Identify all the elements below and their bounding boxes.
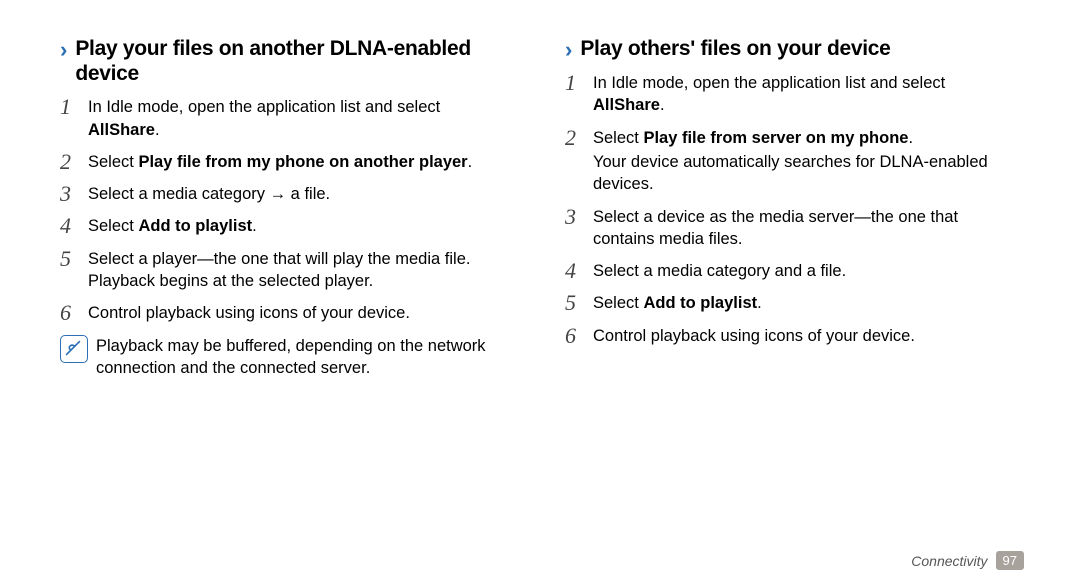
step-number: 4 xyxy=(60,215,88,237)
note-info-icon xyxy=(60,335,88,363)
step-item: 4 Select a media category and a file. xyxy=(565,260,1020,282)
step-item: 1 In Idle mode, open the application lis… xyxy=(565,72,1020,117)
step-number: 2 xyxy=(565,127,593,149)
step-item: 3 Select a media category → a file. xyxy=(60,183,515,205)
right-column: › Play others' files on your device 1 In… xyxy=(555,30,1030,576)
step-text: Select Add to playlist. xyxy=(593,292,762,314)
step-text-post: . xyxy=(660,96,665,114)
step-text: Control playback using icons of your dev… xyxy=(593,325,915,347)
step-text-post: . xyxy=(468,153,473,171)
step-number: 2 xyxy=(60,151,88,173)
heading-title-right: Play others' files on your device xyxy=(580,36,890,61)
step-text-pre: In Idle mode, open the application list … xyxy=(593,74,945,92)
step-item: 1 In Idle mode, open the application lis… xyxy=(60,96,515,141)
footer-page-number: 97 xyxy=(996,551,1024,570)
step-number: 5 xyxy=(565,292,593,314)
step-text-pre: Select a device as the media server—the … xyxy=(593,208,958,248)
step-item: 4 Select Add to playlist. xyxy=(60,215,515,237)
step-text: In Idle mode, open the application list … xyxy=(593,72,1020,117)
section-heading-left: › Play your files on another DLNA-enable… xyxy=(60,36,515,86)
step-item: 2 Select Play file from my phone on anot… xyxy=(60,151,515,173)
step-number: 6 xyxy=(565,325,593,347)
step-text: Select a device as the media server—the … xyxy=(593,206,1020,251)
step-text-post: . xyxy=(155,121,160,139)
manual-page: › Play your files on another DLNA-enable… xyxy=(0,0,1080,586)
step-sub-text: Your device automatically searches for D… xyxy=(593,151,1020,196)
step-text-pre: Select xyxy=(593,129,643,147)
step-number: 6 xyxy=(60,302,88,324)
step-text-pre: Select a media category and a file. xyxy=(593,262,846,280)
step-text-pre: Control playback using icons of your dev… xyxy=(88,304,410,322)
step-item: 5 Select Add to playlist. xyxy=(565,292,1020,314)
step-text: Select Play file from my phone on anothe… xyxy=(88,151,472,173)
heading-arrow-icon: › xyxy=(565,38,572,62)
step-text-pre: Select xyxy=(593,294,643,312)
step-text-bold: AllShare xyxy=(593,96,660,114)
footer-section-name: Connectivity xyxy=(911,553,987,569)
heading-arrow-icon: › xyxy=(60,38,67,62)
step-text: Control playback using icons of your dev… xyxy=(88,302,410,324)
step-number: 3 xyxy=(60,183,88,205)
steps-list-left: 1 In Idle mode, open the application lis… xyxy=(60,96,515,324)
step-text-bold: Play file from server on my phone xyxy=(643,129,908,147)
step-number: 5 xyxy=(60,248,88,270)
step-text: Select a player—the one that will play t… xyxy=(88,248,515,293)
heading-title-left: Play your files on another DLNA-enabled … xyxy=(75,36,515,86)
step-text-pre: Select a player—the one that will play t… xyxy=(88,250,470,290)
step-text: Select Add to playlist. xyxy=(88,215,257,237)
step-text-pre: Control playback using icons of your dev… xyxy=(593,327,915,345)
step-text: Select a media category and a file. xyxy=(593,260,846,282)
left-column: › Play your files on another DLNA-enable… xyxy=(50,30,525,576)
step-text-post: . xyxy=(252,217,257,235)
step-text-bold: AllShare xyxy=(88,121,155,139)
step-item: 5 Select a player—the one that will play… xyxy=(60,248,515,293)
step-text-bold: Add to playlist xyxy=(643,294,757,312)
step-number: 3 xyxy=(565,206,593,228)
step-item: 3 Select a device as the media server—th… xyxy=(565,206,1020,251)
steps-list-right: 1 In Idle mode, open the application lis… xyxy=(565,72,1020,347)
step-text-bold: Add to playlist xyxy=(138,217,252,235)
section-heading-right: › Play others' files on your device xyxy=(565,36,1020,62)
step-item: 6 Control playback using icons of your d… xyxy=(60,302,515,324)
step-text-post: . xyxy=(757,294,762,312)
step-number: 1 xyxy=(565,72,593,94)
note-text: Playback may be buffered, depending on t… xyxy=(96,335,515,380)
step-text-pre: Select xyxy=(88,217,138,235)
step-text-pre: Select a media category → a file. xyxy=(88,185,330,203)
note-block: Playback may be buffered, depending on t… xyxy=(60,335,515,380)
step-text: In Idle mode, open the application list … xyxy=(88,96,515,141)
step-item: 6 Control playback using icons of your d… xyxy=(565,325,1020,347)
step-text-post: . xyxy=(908,129,913,147)
step-number: 4 xyxy=(565,260,593,282)
step-text: Select Play file from server on my phone… xyxy=(593,127,1020,196)
step-text-pre: Select xyxy=(88,153,138,171)
step-text: Select a media category → a file. xyxy=(88,183,330,205)
step-number: 1 xyxy=(60,96,88,118)
step-text-bold: Play file from my phone on another playe… xyxy=(138,153,467,171)
step-item: 2 Select Play file from server on my pho… xyxy=(565,127,1020,196)
page-footer: Connectivity 97 xyxy=(911,551,1024,570)
step-text-pre: In Idle mode, open the application list … xyxy=(88,98,440,116)
